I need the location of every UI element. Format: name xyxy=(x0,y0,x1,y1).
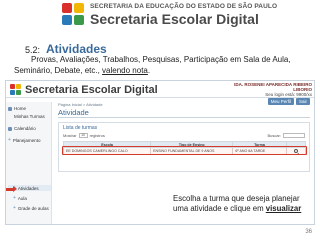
sidebar-item-planejamento[interactable]: + Planejamento xyxy=(8,137,51,143)
sidebar-item-label: Aula xyxy=(17,195,27,201)
header-logo: SECRETARIA DA EDUCAÇÃO DO ESTADO DE SÃO … xyxy=(62,2,277,32)
page-title: Atividade xyxy=(58,108,89,117)
entries-label: registros xyxy=(89,133,105,138)
description-emphasis: valendo nota xyxy=(102,65,148,75)
sidebar-item-calendario[interactable]: Calendário xyxy=(8,126,51,131)
section-description: Provas, Avaliações, Trabalhos, Pesquisas… xyxy=(14,55,314,76)
entries-control: Mostrar 10 registros xyxy=(63,133,105,138)
callout-link: visualizar xyxy=(265,204,302,213)
panel-title: Lista de turmas xyxy=(63,125,98,131)
search-label: Buscar: xyxy=(267,133,281,138)
user-extra: Seu login está: 9900/xx xyxy=(265,92,312,97)
show-label: Mostrar xyxy=(63,133,77,138)
app-emblem-icon xyxy=(10,84,21,95)
breadcrumb: Página Inicial > Atividade xyxy=(58,102,103,107)
app-title: Secretaria Escolar Digital xyxy=(25,84,158,96)
user-info: IDA. ROSENEI APARECIDA RIBEIRO LIBORIO S… xyxy=(234,82,312,97)
sidebar-item-label: Planejamento xyxy=(12,137,41,143)
class-list-panel: Lista de turmas Mostrar 10 registros Bus… xyxy=(58,122,310,172)
plus-icon: + xyxy=(8,137,11,143)
sidebar-item-aula[interactable]: + Aula xyxy=(8,195,51,201)
entries-select[interactable]: 10 xyxy=(78,133,88,138)
description-line-1: Provas, Avaliações, Trabalhos, Pesquisas… xyxy=(31,55,291,64)
sidebar-item-home[interactable]: Home xyxy=(8,106,51,111)
highlight-arrow-icon xyxy=(6,186,17,192)
section-title: Atividades xyxy=(46,42,107,56)
sidebar-item-label: Atividades xyxy=(17,185,39,191)
sp-emblem-icon xyxy=(62,3,86,27)
instruction-callout: Escolha a turma que deseja planejar uma … xyxy=(173,194,313,214)
sidebar-item-label: Calendário xyxy=(14,126,36,131)
sidebar-item-minhas-turmas[interactable]: Minhas Turmas xyxy=(8,114,51,119)
highlight-outline xyxy=(62,146,307,155)
sidebar-item-label: Minhas Turmas xyxy=(14,114,45,119)
app-header: Secretaria Escolar Digital IDA. ROSENEI … xyxy=(6,81,314,98)
sidebar: Home Minhas Turmas Calendário + Planejame… xyxy=(6,102,52,224)
section-number: 5.2: xyxy=(25,45,41,55)
logo-subtitle: SECRETARIA DA EDUCAÇÃO DO ESTADO DE SÃO … xyxy=(90,3,278,10)
description-suffix: . xyxy=(147,65,151,75)
description-line-2: Seminário, Debate, etc., xyxy=(14,65,103,75)
sidebar-item-label: Home xyxy=(14,106,27,111)
sidebar-item-grade-de-aulas[interactable]: + Grade de aulas xyxy=(8,205,51,211)
logo-title: Secretaria Escolar Digital xyxy=(90,11,259,27)
search-input[interactable] xyxy=(283,133,305,138)
divider xyxy=(58,117,310,118)
page-number: 36 xyxy=(305,229,312,235)
home-icon xyxy=(8,106,12,111)
sidebar-item-label: Grade de aulas xyxy=(17,205,49,211)
plus-icon: + xyxy=(13,195,16,201)
plus-icon: + xyxy=(13,205,16,211)
search-control: Buscar: xyxy=(267,133,305,138)
calendar-icon xyxy=(8,126,12,131)
